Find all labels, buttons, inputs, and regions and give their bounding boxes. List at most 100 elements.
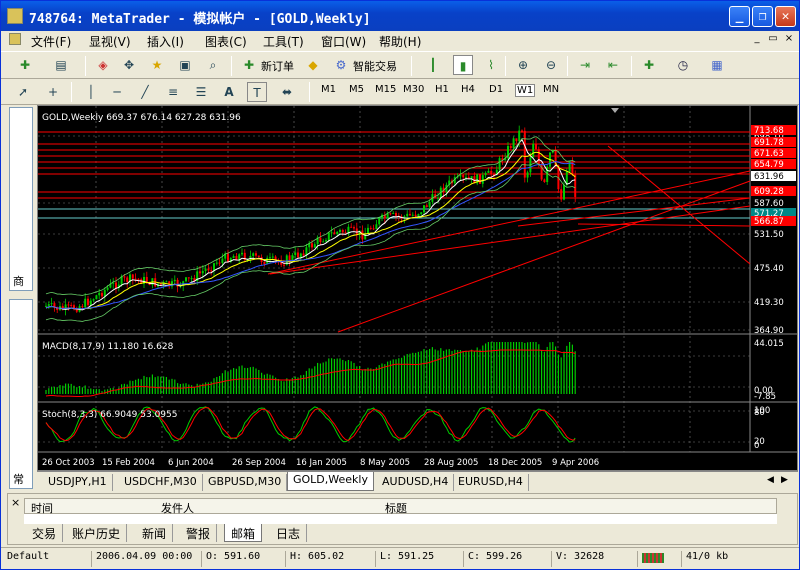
- favorites-icon[interactable]: ★: [147, 55, 167, 75]
- terminal-tab-alerts[interactable]: 警报: [180, 524, 218, 542]
- timeframe-w1[interactable]: W1: [515, 84, 536, 97]
- terminal-close-button[interactable]: ×: [11, 496, 20, 509]
- menu-window[interactable]: 窗口(W): [321, 33, 366, 50]
- date-tick: 9 Apr 2006: [552, 458, 599, 468]
- terminal-tab-journal[interactable]: 日志: [270, 524, 308, 542]
- zoom-out-icon[interactable]: ⊖: [541, 55, 561, 75]
- periods-clock-icon[interactable]: ◷: [673, 55, 693, 75]
- expert-advisors-button[interactable]: 智能交易: [353, 58, 397, 74]
- candle-body: [50, 303, 53, 305]
- horizontal-line-icon[interactable]: ─: [107, 82, 127, 102]
- templates-icon[interactable]: ▦: [707, 55, 727, 75]
- chart-tab-usdjpy[interactable]: USDJPY,H1: [43, 474, 113, 491]
- candle-body: [131, 274, 134, 279]
- timeframe-m30[interactable]: M30: [403, 84, 424, 95]
- price-chart[interactable]: 698.10587.60531.50475.40419.30364.90713.…: [38, 106, 797, 470]
- timeframe-h4[interactable]: H4: [461, 84, 475, 95]
- title-bar[interactable]: 748764: MetaTrader - 模拟帐户 - [GOLD,Weekly…: [1, 1, 799, 31]
- menu-tools[interactable]: 工具(T): [263, 33, 304, 50]
- fibonacci-icon[interactable]: ☰: [191, 82, 211, 102]
- crosshair-icon[interactable]: +: [43, 82, 63, 102]
- timeframe-m5[interactable]: M5: [349, 84, 364, 95]
- autoscroll-icon[interactable]: ⇥: [575, 55, 595, 75]
- zoom-in-icon[interactable]: ⊕: [513, 55, 533, 75]
- mailbox-list[interactable]: [24, 514, 777, 524]
- candle-body: [487, 170, 490, 173]
- cursor-icon[interactable]: ➚: [13, 82, 33, 102]
- navigator-tab[interactable]: 常: [13, 471, 24, 487]
- candle-body: [137, 278, 140, 280]
- chart-tab-audusd[interactable]: AUDUSD,H4: [377, 474, 455, 491]
- market-watch-tab[interactable]: 商: [13, 273, 24, 289]
- mdi-minimize-button[interactable]: _: [751, 33, 763, 45]
- price-tag: 566.87: [754, 217, 784, 227]
- menu-help[interactable]: 帮助(H): [379, 33, 421, 50]
- chart-tab-gold[interactable]: GOLD,Weekly: [287, 472, 374, 491]
- minimize-button[interactable]: _: [729, 6, 750, 27]
- candle-body: [484, 172, 487, 176]
- candle-body: [215, 262, 218, 264]
- market-watch-icon[interactable]: ◈: [93, 55, 113, 75]
- chart-shift-icon[interactable]: ⇤: [603, 55, 623, 75]
- candle-body: [322, 241, 325, 243]
- stoch-tick: 0: [754, 441, 759, 451]
- candlestick-icon[interactable]: ▮: [453, 55, 473, 75]
- vertical-line-icon[interactable]: │: [81, 82, 101, 102]
- market-watch-panel[interactable]: [9, 107, 33, 291]
- new-order-button[interactable]: 新订单: [261, 58, 294, 74]
- menu-file[interactable]: 文件(F): [31, 33, 71, 50]
- status-open: O: 591.60: [201, 551, 260, 567]
- text-icon[interactable]: A: [219, 82, 239, 102]
- navigator-icon[interactable]: ✥: [119, 55, 139, 75]
- terminal-icon[interactable]: ▣: [175, 55, 195, 75]
- toolbar-separator: [411, 56, 412, 76]
- candle-body: [428, 201, 431, 208]
- text-label-icon[interactable]: T: [247, 82, 267, 102]
- terminal-tab-mailbox[interactable]: 邮箱: [224, 524, 263, 542]
- menu-charts[interactable]: 图表(C): [205, 33, 247, 50]
- candle-body: [353, 227, 355, 229]
- menu-insert[interactable]: 插入(I): [147, 33, 184, 50]
- expert-advisor-icon[interactable]: ⚙: [331, 55, 351, 75]
- timeframe-m1[interactable]: M1: [321, 84, 336, 95]
- chart-tab-usdchf[interactable]: USDCHF,M30: [119, 474, 203, 491]
- trendline-icon[interactable]: ╱: [135, 82, 155, 102]
- mdi-restore-button[interactable]: ▭: [767, 33, 779, 45]
- candle-body: [257, 255, 260, 258]
- terminal-tab-trade[interactable]: 交易: [26, 524, 64, 542]
- timeframe-mn[interactable]: MN: [543, 84, 559, 95]
- toolbar-separator: [85, 56, 86, 76]
- chart-window[interactable]: 698.10587.60531.50475.40419.30364.90713.…: [37, 105, 798, 471]
- timeframe-d1[interactable]: D1: [489, 84, 503, 95]
- timeframe-m15[interactable]: M15: [375, 84, 396, 95]
- tabs-scroll-left-icon[interactable]: ◀: [767, 475, 774, 485]
- line-chart-icon[interactable]: ⌇: [481, 55, 501, 75]
- candle-body: [89, 300, 92, 306]
- chart-tab-gbpusd[interactable]: GBPUSD,M30: [203, 474, 288, 491]
- timeframe-h1[interactable]: H1: [435, 84, 449, 95]
- new-chart-icon[interactable]: ✚: [15, 55, 35, 75]
- equidistant-channel-icon[interactable]: ≡: [163, 82, 183, 102]
- metaeditor-icon[interactable]: ◆: [303, 55, 323, 75]
- restore-button[interactable]: ❐: [752, 6, 773, 27]
- new-order-icon[interactable]: ✚: [239, 55, 259, 75]
- date-tick: 6 Jun 2004: [168, 458, 214, 468]
- arrows-icon[interactable]: ⬌: [277, 82, 297, 102]
- candle-body: [319, 237, 322, 242]
- chart-window-icon[interactable]: [9, 33, 21, 45]
- tester-icon[interactable]: ⌕: [203, 55, 223, 75]
- chart-tab-eurusd[interactable]: EURUSD,H4: [453, 474, 529, 491]
- close-button[interactable]: ✕: [775, 6, 796, 27]
- mdi-close-button[interactable]: ×: [783, 33, 795, 45]
- indicators-icon[interactable]: ✚: [639, 55, 659, 75]
- price-tick: 587.60: [754, 199, 784, 209]
- navigator-panel[interactable]: [9, 299, 33, 489]
- toolbar-separator: [567, 56, 568, 76]
- terminal-tab-history[interactable]: 账户历史: [66, 524, 128, 542]
- candle-body: [255, 253, 257, 256]
- tabs-scroll-right-icon[interactable]: ▶: [781, 475, 788, 485]
- menu-view[interactable]: 显视(V): [89, 33, 131, 50]
- terminal-tab-news[interactable]: 新闻: [136, 524, 174, 542]
- profiles-icon[interactable]: ▤: [51, 55, 71, 75]
- bar-chart-icon[interactable]: ┃: [423, 55, 443, 75]
